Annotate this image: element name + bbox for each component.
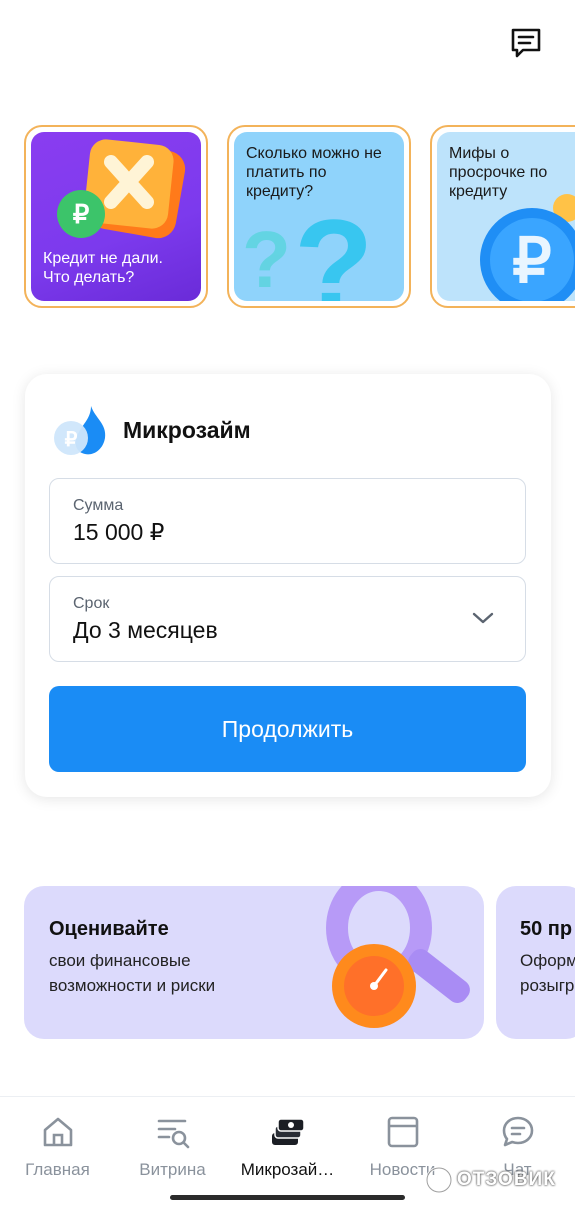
story-title: Кредит не дали. Что делать? bbox=[43, 250, 163, 286]
watermark: ОТЗОВИК bbox=[425, 1166, 556, 1194]
svg-text:₽: ₽ bbox=[65, 429, 78, 451]
magnifier-gauge-illustration bbox=[326, 886, 470, 1028]
watermark-logo-icon bbox=[425, 1166, 453, 1194]
svg-text:₽: ₽ bbox=[512, 227, 551, 296]
amount-label: Сумма bbox=[73, 497, 124, 514]
chevron-down-icon bbox=[472, 612, 494, 624]
continue-button[interactable]: Продолжить bbox=[49, 686, 526, 772]
watermark-text: ОТЗОВИК bbox=[457, 1169, 556, 1190]
story-card-skip-payments[interactable]: ? ? Сколько можно не платить по кредиту? bbox=[227, 125, 411, 308]
chat-icon bbox=[498, 1112, 538, 1152]
home-icon bbox=[38, 1112, 78, 1152]
home-indicator bbox=[170, 1195, 405, 1200]
story-title: Сколько можно не платить по кредиту? bbox=[246, 145, 382, 200]
term-label: Срок bbox=[73, 595, 110, 612]
promo-card-second[interactable]: 50 пр Оформ розыгр bbox=[496, 886, 575, 1039]
svg-text:?: ? bbox=[242, 215, 291, 301]
nav-label: Микрозай… bbox=[240, 1160, 335, 1179]
nav-label: Главная bbox=[25, 1160, 90, 1179]
amount-field[interactable]: Сумма 15 000 ₽ bbox=[49, 478, 526, 564]
showcase-search-icon bbox=[153, 1112, 193, 1152]
nav-label: Витрина bbox=[139, 1160, 206, 1179]
story-title: Мифы о просрочке по кредиту bbox=[449, 145, 548, 200]
nav-item-microloan[interactable]: Микрозай… bbox=[230, 1112, 345, 1180]
nav-item-home[interactable]: Главная bbox=[0, 1112, 115, 1180]
promo-subtitle: свои финансовые возможности и риски bbox=[49, 951, 216, 995]
svg-text:?: ? bbox=[294, 192, 373, 301]
promo-title: Оценивайте bbox=[49, 918, 169, 940]
promo-card-assess[interactable]: Оценивайте свои финансовые возможности и… bbox=[24, 886, 484, 1039]
microloan-card: ₽ Микрозайм Сумма 15 000 ₽ Срок До 3 мес… bbox=[25, 374, 551, 797]
term-select[interactable]: Срок До 3 месяцев bbox=[49, 576, 526, 662]
story-card-credit-denied[interactable]: ₽ Кредит не дали. Что делать? bbox=[24, 125, 208, 308]
amount-value: 15 000 ₽ bbox=[73, 519, 165, 545]
message-icon bbox=[511, 28, 541, 58]
stories-carousel[interactable]: ₽ Кредит не дали. Что делать? ? ? Скольк… bbox=[24, 125, 575, 310]
support-chat-button[interactable] bbox=[507, 24, 545, 62]
microloan-logo-icon: ₽ bbox=[51, 402, 107, 458]
nav-item-showcase[interactable]: Витрина bbox=[115, 1112, 230, 1180]
story-card-overdue-myths[interactable]: ₽ Мифы о просрочке по кредиту bbox=[430, 125, 575, 308]
promo-subtitle: Оформ розыгр bbox=[520, 951, 575, 995]
svg-text:₽: ₽ bbox=[73, 199, 90, 229]
promo-title: 50 пр bbox=[520, 918, 573, 940]
money-stack-icon bbox=[268, 1112, 308, 1152]
news-icon bbox=[383, 1112, 423, 1152]
card-title: Микрозайм bbox=[123, 416, 251, 443]
term-value: До 3 месяцев bbox=[73, 617, 218, 643]
